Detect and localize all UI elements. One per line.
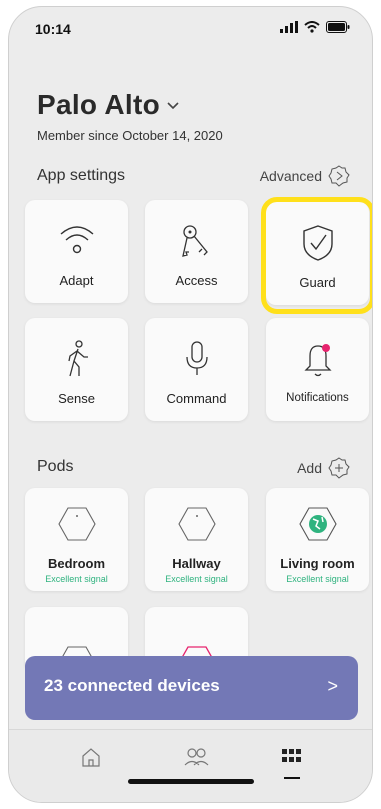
notifications-tile[interactable]: Notifications <box>266 318 369 421</box>
grid-icon <box>282 749 301 762</box>
tile-label: Notifications <box>286 392 349 404</box>
page-title: Palo Alto <box>37 89 160 120</box>
home-indicator <box>128 779 254 784</box>
home-icon <box>82 748 100 767</box>
member-since: Member since October 14, 2020 <box>37 128 223 143</box>
battery-icon <box>326 21 350 33</box>
adapt-tile[interactable]: Adapt <box>25 200 128 303</box>
tab-people[interactable] <box>181 742 211 772</box>
tab-bar <box>9 729 372 802</box>
tab-grid[interactable] <box>277 742 307 772</box>
chevron-right-icon: > <box>327 676 338 696</box>
tile-label: Command <box>166 391 227 406</box>
wifi-icon <box>25 222 128 262</box>
active-tab-indicator <box>284 777 300 779</box>
pods-heading: Pods <box>37 458 74 475</box>
guard-highlight <box>261 197 372 314</box>
add-circle-icon <box>328 457 350 479</box>
advanced-label: Advanced <box>259 168 322 184</box>
pod-signal: Excellent signal <box>45 574 108 584</box>
status-time: 10:14 <box>35 21 71 37</box>
pod-name: Bedroom <box>47 556 106 571</box>
pod-tile-living-room[interactable]: Living room Excellent signal <box>266 488 369 591</box>
tile-label: Sense <box>58 391 95 406</box>
pod-tile-hallway[interactable]: Hallway Excellent signal <box>145 488 248 591</box>
advanced-button[interactable]: Advanced <box>260 165 350 187</box>
people-icon <box>184 748 209 766</box>
signal-icon <box>280 21 298 33</box>
pod-signal: Excellent signal <box>165 574 228 584</box>
sense-tile[interactable]: Sense <box>25 318 128 421</box>
status-icons <box>280 21 350 33</box>
connected-devices-label: 23 connected devices <box>44 676 220 695</box>
pod-name: Living room <box>280 556 355 571</box>
walking-person-icon <box>25 340 128 380</box>
app-settings-heading: App settings <box>37 167 126 184</box>
pod-signal: Excellent signal <box>286 574 349 584</box>
globe-pod-icon <box>266 506 369 546</box>
pod-hexagon-icon <box>145 506 248 546</box>
gear-icon <box>328 165 350 187</box>
wifi-status-icon <box>304 21 320 33</box>
chevron-down-icon <box>167 102 179 110</box>
pod-name: Hallway <box>172 556 221 571</box>
connected-devices-button[interactable]: 23 connected devices > <box>25 656 358 720</box>
microphone-icon <box>145 340 248 380</box>
status-bar: 10:14 <box>9 7 372 47</box>
tab-home[interactable] <box>76 742 106 772</box>
add-pod-button[interactable]: Add <box>297 457 350 479</box>
pod-tile-bedroom[interactable]: Bedroom Excellent signal <box>25 488 128 591</box>
add-label: Add <box>297 460 322 476</box>
access-tile[interactable]: Access <box>145 200 248 303</box>
tile-label: Access <box>175 273 218 288</box>
bell-icon <box>266 340 369 380</box>
tile-label: Adapt <box>59 273 94 288</box>
command-tile[interactable]: Command <box>145 318 248 421</box>
keys-icon <box>145 222 248 262</box>
phone-frame: 10:14 Palo Alto Member since October 14,… <box>8 6 373 803</box>
location-selector[interactable]: Palo Alto <box>37 89 180 121</box>
pod-hexagon-icon <box>25 506 128 546</box>
